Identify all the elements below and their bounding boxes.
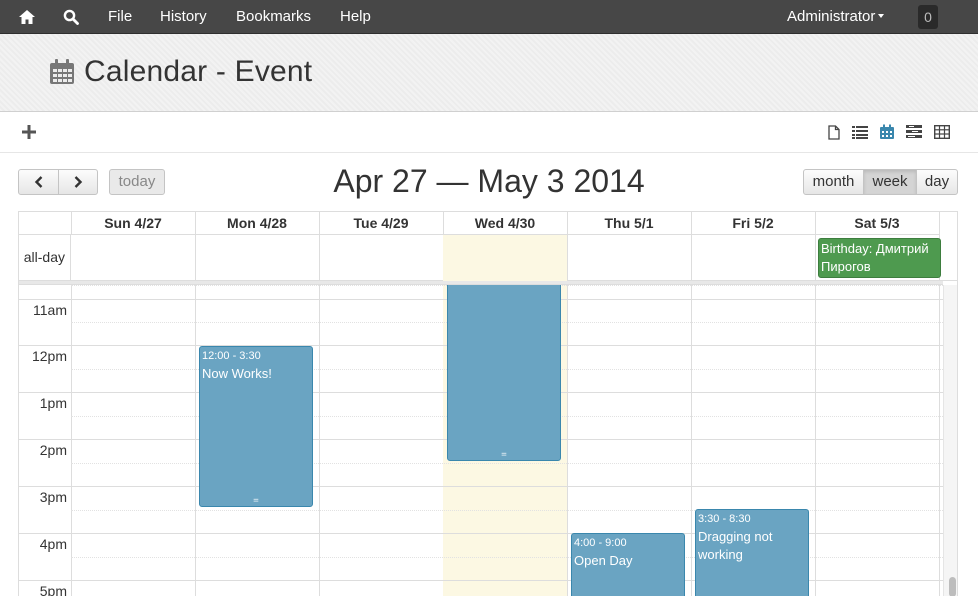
grid-line — [19, 486, 943, 487]
top-navbar: File History Bookmarks Help Administrato… — [0, 0, 978, 34]
event-resize-handle[interactable]: = — [200, 497, 312, 506]
allday-cell[interactable] — [691, 235, 816, 281]
day-column[interactable] — [815, 285, 940, 596]
day-column[interactable] — [71, 285, 196, 596]
page-header: Calendar - Event — [0, 34, 978, 112]
notification-badge[interactable]: 0 — [918, 5, 938, 29]
event-time: 4:00 - 9:00 — [574, 537, 627, 549]
grid-line — [71, 510, 943, 511]
day-header: Sat 5/3 — [815, 212, 940, 235]
menu-file[interactable]: File — [108, 0, 132, 34]
user-name: Administrator — [787, 8, 876, 25]
day-header: Wed 4/30 — [443, 212, 568, 235]
day-header: Thu 5/1 — [567, 212, 692, 235]
time-label: 2pm — [39, 442, 67, 458]
timeline-icon[interactable] — [905, 123, 923, 141]
toolbar — [0, 112, 978, 153]
event-time: 12:00 - 3:30 — [202, 350, 261, 362]
menu-bookmarks[interactable]: Bookmarks — [236, 0, 311, 34]
add-icon[interactable] — [20, 123, 38, 141]
calendar-event[interactable]: 12:00 - 3:30 Now Works! = — [199, 346, 313, 507]
day-column[interactable] — [319, 285, 444, 596]
day-header: Tue 4/29 — [319, 212, 444, 235]
user-menu[interactable]: Administrator — [787, 0, 885, 34]
calendar-view-icon[interactable] — [878, 123, 896, 141]
menu-help[interactable]: Help — [340, 0, 371, 34]
allday-cell[interactable] — [71, 235, 196, 281]
time-label: 11am — [33, 302, 67, 318]
table-icon[interactable] — [933, 123, 951, 141]
calendar-event[interactable]: 4:00 - 9:00 Open Day — [571, 533, 685, 596]
menu-history[interactable]: History — [160, 0, 207, 34]
list-icon[interactable] — [851, 123, 869, 141]
event-title: Dragging not working — [698, 529, 773, 562]
time-label: 12pm — [31, 348, 67, 364]
event-resize-handle[interactable]: = — [448, 451, 560, 460]
day-header: Fri 5/2 — [691, 212, 816, 235]
time-label: 1pm — [39, 395, 67, 411]
time-grid: 11am 12pm 1pm 2pm 3pm 4pm 5pm 12:00 - 3:… — [19, 285, 943, 596]
day-header: Mon 4/28 — [195, 212, 320, 235]
calendar-icon — [48, 58, 76, 91]
allday-cell-today[interactable] — [443, 235, 568, 281]
view-day-button[interactable]: day — [916, 169, 958, 195]
event-time: 3:30 - 8:30 — [698, 513, 751, 525]
allday-row: all-day Birthday: Дмитрий Пирогов — [19, 235, 957, 281]
home-icon[interactable] — [17, 0, 37, 34]
axis-header — [19, 212, 72, 235]
allday-cell[interactable] — [195, 235, 320, 281]
chevron-down-icon — [878, 14, 885, 19]
calendar-event[interactable]: = — [447, 285, 561, 461]
allday-label: all-day — [19, 235, 71, 281]
grid-line — [71, 557, 943, 558]
allday-cell[interactable] — [319, 235, 444, 281]
scrollbar-thumb[interactable] — [949, 577, 956, 596]
search-icon[interactable] — [62, 0, 80, 34]
time-label: 5pm — [39, 583, 67, 596]
page-title: Calendar - Event — [84, 55, 313, 88]
time-label: 4pm — [39, 536, 67, 552]
time-label: 3pm — [39, 489, 67, 505]
scrollbar[interactable] — [943, 285, 957, 596]
view-week-button[interactable]: week — [863, 169, 917, 195]
day-header: Sun 4/27 — [71, 212, 196, 235]
allday-event[interactable]: Birthday: Дмитрий Пирогов — [818, 238, 941, 278]
week-calendar: Sun 4/27 Mon 4/28 Tue 4/29 Wed 4/30 Thu … — [18, 211, 958, 596]
document-icon[interactable] — [825, 123, 843, 141]
event-title: Open Day — [574, 553, 633, 568]
view-month-button[interactable]: month — [803, 169, 864, 195]
allday-cell[interactable] — [567, 235, 692, 281]
calendar-event[interactable]: 3:30 - 8:30 Dragging not working — [695, 509, 809, 596]
event-title: Now Works! — [202, 366, 272, 381]
